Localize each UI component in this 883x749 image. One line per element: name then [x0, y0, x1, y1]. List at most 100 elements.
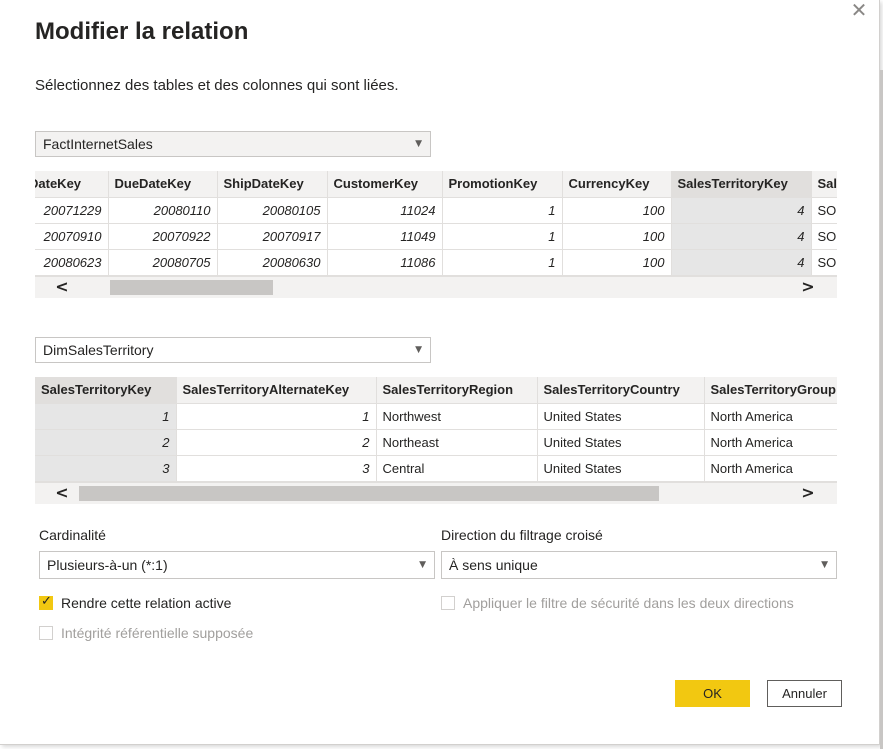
table-cell[interactable]: 20070922	[108, 223, 218, 250]
cancel-button[interactable]: Annuler	[767, 680, 842, 707]
table-row: 20080623 20080705 20080630 11086 1 100 4…	[35, 249, 837, 276]
table-cell[interactable]: 3	[176, 455, 377, 482]
cardinality-value: Plusieurs-à-un (*:1)	[47, 557, 168, 573]
table-row: 1 1 Northwest United States North Americ…	[35, 403, 837, 430]
table-cell[interactable]: 20080105	[217, 197, 328, 224]
table1-horizontal-scrollbar[interactable]: < >	[35, 276, 837, 298]
edit-relationship-dialog: ✕ Modifier la relation Sélectionnez des …	[0, 0, 880, 745]
column-header-salesterritorycountry[interactable]: SalesTerritoryCountry	[537, 377, 705, 404]
chevron-left-icon[interactable]: <	[47, 277, 77, 298]
filter-direction-select[interactable]: À sens unique ▼	[441, 551, 837, 579]
column-header-salesterritorygroup[interactable]: SalesTerritoryGroup	[704, 377, 837, 404]
table-cell[interactable]: Northwest	[376, 403, 538, 430]
checkbox-unchecked	[441, 596, 455, 610]
scrollbar-thumb[interactable]	[110, 280, 273, 295]
column-header-salesterritoryalternatekey[interactable]: SalesTerritoryAlternateKey	[176, 377, 377, 404]
table-cell[interactable]: North America	[704, 403, 837, 430]
table-cell[interactable]: SO	[811, 197, 837, 224]
ok-button[interactable]: OK	[675, 680, 750, 707]
chevron-down-icon: ▼	[419, 560, 426, 570]
table2-dropdown-value: DimSalesTerritory	[43, 342, 154, 358]
chevron-down-icon: ▼	[415, 139, 422, 149]
table-cell[interactable]: 2	[35, 429, 177, 456]
table-cell[interactable]: 4	[671, 197, 812, 224]
table-row: 20071229 20080110 20080105 11024 1 100 4…	[35, 197, 837, 224]
table1-dropdown[interactable]: FactInternetSales ▼	[35, 131, 431, 157]
table-cell[interactable]: 100	[562, 223, 672, 250]
chevron-left-icon[interactable]: <	[47, 483, 77, 504]
table-cell[interactable]: 20080110	[108, 197, 218, 224]
table-cell[interactable]: SO	[811, 249, 837, 276]
checkbox-unchecked	[39, 626, 53, 640]
table-cell[interactable]: 11086	[327, 249, 443, 276]
table-cell[interactable]: 4	[671, 223, 812, 250]
column-header-currencykey[interactable]: CurrencyKey	[562, 171, 672, 198]
table-cell[interactable]: Central	[376, 455, 538, 482]
table2-horizontal-scrollbar[interactable]: < >	[35, 482, 837, 504]
close-icon[interactable]: ✕	[846, 0, 872, 22]
table-cell[interactable]: North America	[704, 455, 837, 482]
column-header-partial[interactable]: Sal	[811, 171, 837, 198]
cardinality-select[interactable]: Plusieurs-à-un (*:1) ▼	[39, 551, 435, 579]
column-header-salesterritorykey[interactable]: SalesTerritoryKey	[671, 171, 812, 198]
active-relationship-checkbox[interactable]: ✓ Rendre cette relation active	[39, 594, 339, 613]
table1-header-row: DateKey DueDateKey ShipDateKey CustomerK…	[35, 171, 837, 198]
table2-preview-grid: SalesTerritoryKey SalesTerritoryAlternat…	[35, 377, 837, 483]
scrollbar-thumb[interactable]	[79, 486, 659, 501]
table-cell[interactable]: 11024	[327, 197, 443, 224]
table-cell[interactable]: 20080623	[35, 249, 109, 276]
chevron-down-icon: ▼	[821, 560, 828, 570]
table-cell[interactable]: 20070910	[35, 223, 109, 250]
table-cell[interactable]: 1	[442, 197, 563, 224]
table-cell[interactable]: SO	[811, 223, 837, 250]
table-cell[interactable]: United States	[537, 455, 705, 482]
table-cell[interactable]: North America	[704, 429, 837, 456]
table-cell[interactable]: 1	[176, 403, 377, 430]
dialog-title: Modifier la relation	[35, 18, 249, 45]
security-filter-checkbox: Appliquer le filtre de sécurité dans les…	[441, 595, 831, 613]
table-cell[interactable]: 3	[35, 455, 177, 482]
table1-preview-grid: DateKey DueDateKey ShipDateKey CustomerK…	[35, 171, 837, 277]
checkmark-icon: ✓	[41, 594, 52, 609]
table-cell[interactable]: 2	[176, 429, 377, 456]
table-cell[interactable]: 20080705	[108, 249, 218, 276]
table-row: 2 2 Northeast United States North Americ…	[35, 429, 837, 456]
table-cell[interactable]: 20070917	[217, 223, 328, 250]
table-cell[interactable]: 100	[562, 249, 672, 276]
table-cell[interactable]: 1	[442, 223, 563, 250]
table-row: 20070910 20070922 20070917 11049 1 100 4…	[35, 223, 837, 250]
column-header-salesterritorykey[interactable]: SalesTerritoryKey	[35, 377, 177, 404]
referential-integrity-label: Intégrité référentielle supposée	[61, 625, 254, 641]
active-relationship-label: Rendre cette relation active	[61, 595, 232, 611]
column-header-customerkey[interactable]: CustomerKey	[327, 171, 443, 198]
table-cell[interactable]: 100	[562, 197, 672, 224]
referential-integrity-checkbox: Intégrité référentielle supposée	[39, 625, 339, 643]
table-cell[interactable]: 1	[442, 249, 563, 276]
table-cell[interactable]: 11049	[327, 223, 443, 250]
dialog-subtitle: Sélectionnez des tables et des colonnes …	[35, 77, 399, 94]
table-cell[interactable]: 4	[671, 249, 812, 276]
table1-dropdown-value: FactInternetSales	[43, 136, 153, 152]
table-cell[interactable]: United States	[537, 429, 705, 456]
filter-direction-value: À sens unique	[449, 557, 538, 573]
checkbox-checked[interactable]: ✓	[39, 594, 53, 610]
security-filter-label: Appliquer le filtre de sécurité dans les…	[463, 595, 794, 611]
column-header-duedatekey[interactable]: DueDateKey	[108, 171, 218, 198]
table-cell[interactable]: 20071229	[35, 197, 109, 224]
column-header-datekey[interactable]: DateKey	[35, 171, 109, 198]
table-cell[interactable]: United States	[537, 403, 705, 430]
chevron-right-icon[interactable]: >	[793, 483, 823, 504]
table-cell[interactable]: 1	[35, 403, 177, 430]
table-cell[interactable]: 20080630	[217, 249, 328, 276]
chevron-down-icon: ▼	[415, 345, 422, 355]
chevron-right-icon[interactable]: >	[793, 277, 823, 298]
table-row: 3 3 Central United States North America	[35, 455, 837, 482]
column-header-shipdatekey[interactable]: ShipDateKey	[217, 171, 328, 198]
cardinality-label: Cardinalité	[39, 527, 106, 543]
column-header-promotionkey[interactable]: PromotionKey	[442, 171, 563, 198]
table2-dropdown[interactable]: DimSalesTerritory ▼	[35, 337, 431, 363]
table-cell[interactable]: Northeast	[376, 429, 538, 456]
column-header-salesterritoryregion[interactable]: SalesTerritoryRegion	[376, 377, 538, 404]
filter-direction-label: Direction du filtrage croisé	[441, 527, 603, 543]
table2-header-row: SalesTerritoryKey SalesTerritoryAlternat…	[35, 377, 837, 404]
